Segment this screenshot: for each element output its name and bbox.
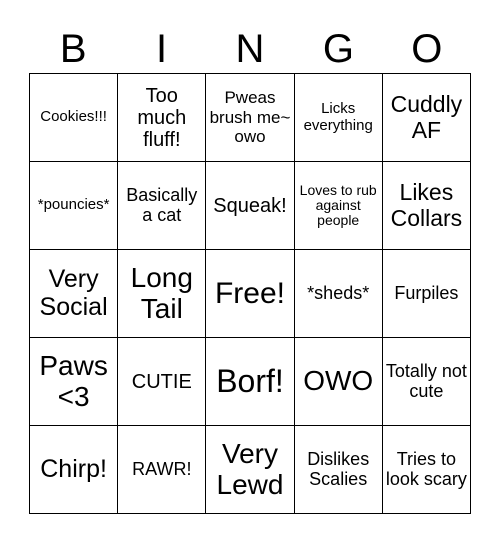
bingo-cell[interactable]: Squeak!: [206, 162, 295, 250]
bingo-cell[interactable]: Cookies!!!: [30, 74, 119, 162]
bingo-cell[interactable]: Likes Collars: [382, 162, 471, 250]
bingo-header: B I N G O: [29, 26, 471, 72]
header-letter-g: G: [322, 27, 354, 71]
bingo-cell[interactable]: OWO: [294, 338, 383, 426]
header-letter-b: B: [59, 27, 87, 71]
bingo-cell[interactable]: Furpiles: [382, 250, 471, 338]
bingo-cell[interactable]: Tries to look scary: [382, 426, 471, 514]
bingo-cell[interactable]: Totally not cute: [382, 338, 471, 426]
bingo-cell[interactable]: Pweas brush me~ owo: [206, 74, 295, 162]
bingo-cell[interactable]: RAWR!: [118, 426, 207, 514]
bingo-cell[interactable]: Cuddly AF: [382, 74, 471, 162]
bingo-cell[interactable]: Paws <3: [30, 338, 119, 426]
bingo-cell[interactable]: Too much fluff!: [118, 74, 207, 162]
bingo-cell[interactable]: Loves to rub against people: [294, 162, 383, 250]
bingo-cell[interactable]: Free!: [206, 250, 295, 338]
bingo-cell[interactable]: Very Social: [30, 250, 119, 338]
bingo-cell[interactable]: CUTIE: [118, 338, 207, 426]
bingo-cell[interactable]: Basically a cat: [118, 162, 207, 250]
bingo-cell[interactable]: Chirp!: [30, 426, 119, 514]
bingo-cell[interactable]: Borf!: [206, 338, 295, 426]
bingo-grid: Cookies!!! Too much fluff! Pweas brush m…: [29, 73, 471, 514]
bingo-cell[interactable]: Long Tail: [118, 250, 207, 338]
bingo-cell[interactable]: Very Lewd: [206, 426, 295, 514]
bingo-cell[interactable]: *sheds*: [294, 250, 383, 338]
header-letter-n: N: [235, 27, 265, 71]
bingo-cell[interactable]: Licks everything: [294, 74, 383, 162]
bingo-cell[interactable]: *pouncies*: [30, 162, 119, 250]
header-letter-i: I: [156, 27, 168, 71]
bingo-cell[interactable]: Dislikes Scalies: [294, 426, 383, 514]
header-letter-o: O: [411, 27, 443, 71]
